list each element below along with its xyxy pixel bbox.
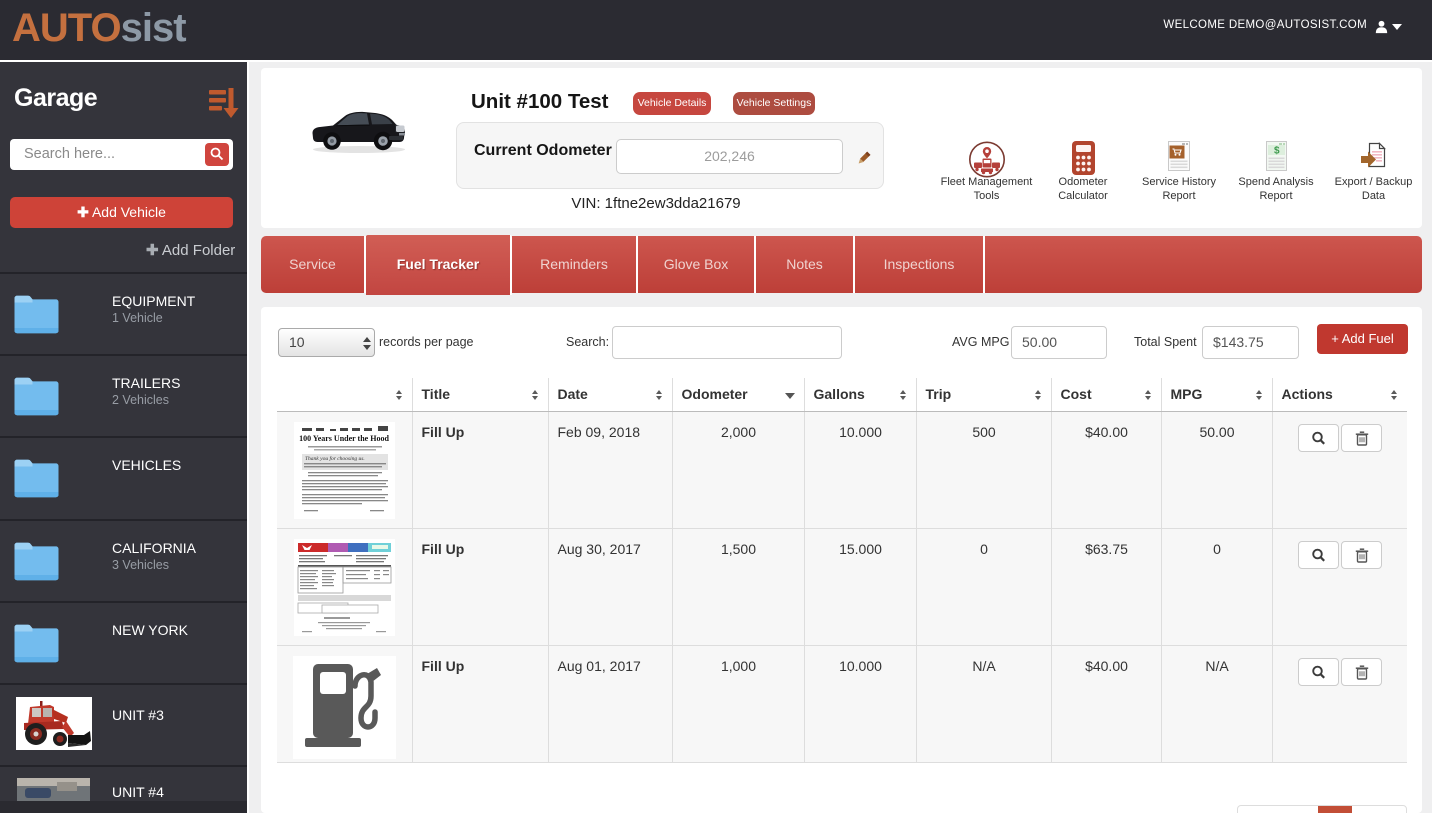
svg-text:$: $ — [1274, 146, 1280, 157]
svg-text:Thank you for choosing us.: Thank you for choosing us. — [305, 455, 365, 462]
svg-text:100 Years Under the Hood: 100 Years Under the Hood — [299, 434, 389, 443]
